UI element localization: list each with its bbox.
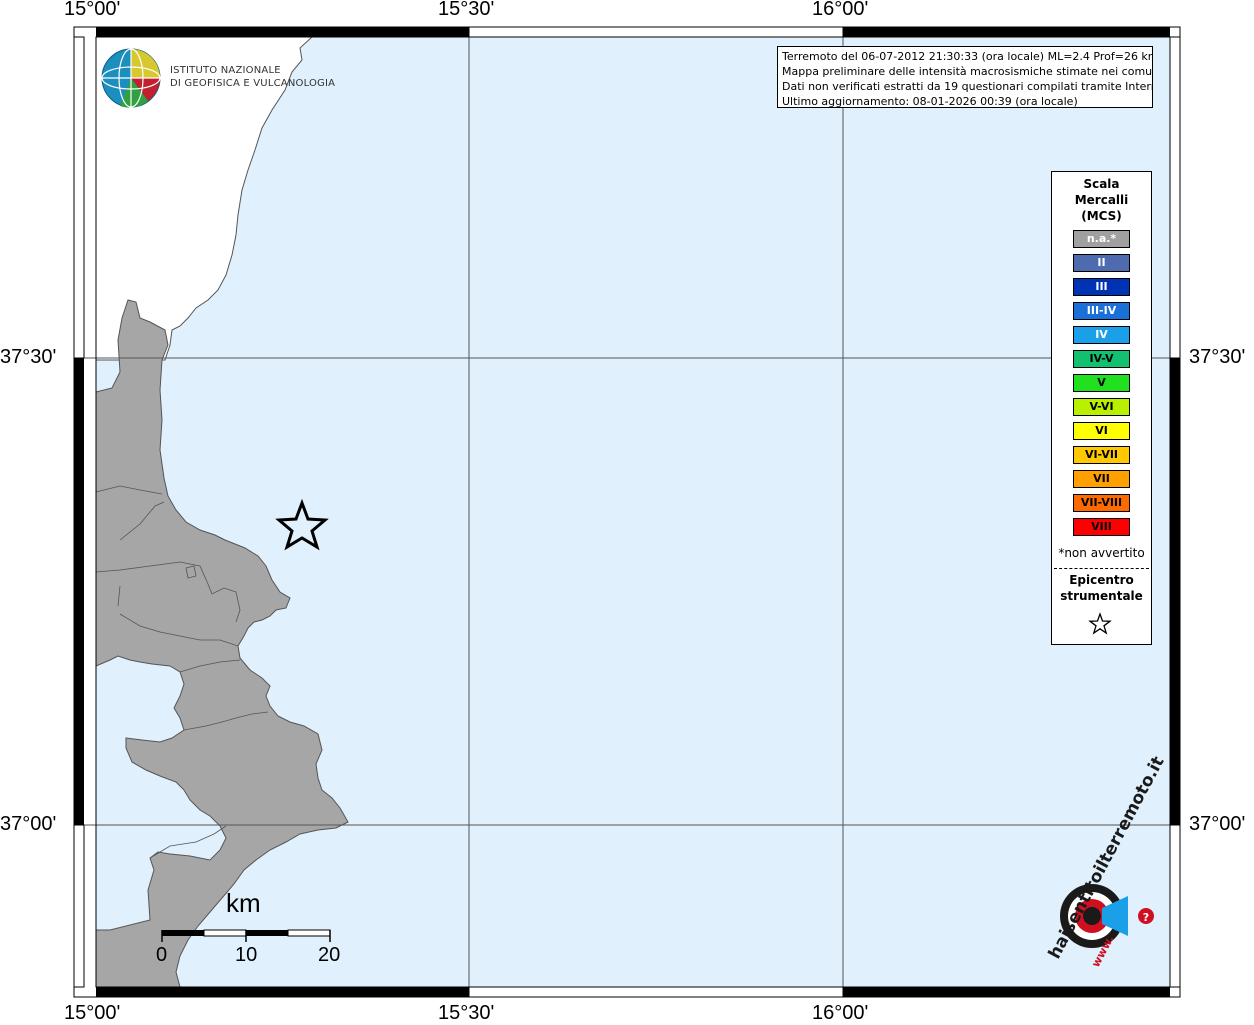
coord-right-37-00: 37°00' — [1189, 813, 1246, 835]
event-info-line3: Dati non verificati estratti da 19 quest… — [782, 80, 1153, 93]
coord-bottom-15-30: 15°30' — [438, 1002, 495, 1024]
legend-title: Scala Mercalli (MCS) — [1052, 176, 1151, 224]
legend-epicenter-label: Epicentro strumentale — [1052, 572, 1151, 604]
ingv-logo-line2: DI GEOFISICA E VULCANOLOGIA — [170, 78, 336, 89]
legend-epicenter-line2: strumentale — [1060, 589, 1143, 603]
coord-bottom-15-00: 15°00' — [64, 1002, 121, 1024]
legend-title-line1: Scala — [1083, 177, 1120, 191]
legend-swatch-iv-v: IV-V — [1073, 350, 1130, 368]
coord-right-37-30: 37°30' — [1189, 346, 1246, 368]
svg-text:?: ? — [1143, 911, 1149, 924]
legend-swatch-vi: VI — [1073, 422, 1130, 440]
legend-swatch-n-a: n.a.* — [1073, 230, 1130, 248]
coord-left-37-30: 37°30' — [0, 346, 57, 368]
ingv-logo-text: ISTITUTO NAZIONALE DI GEOFISICA E VULCAN… — [170, 64, 335, 90]
mcs-legend: Scala Mercalli (MCS) n.a.* II III III-IV IV I… — [1051, 171, 1152, 645]
legend-swatch-iv: IV — [1073, 326, 1130, 344]
legend-title-line3: (MCS) — [1081, 209, 1122, 223]
coord-left-37-00: 37°00' — [0, 813, 57, 835]
legend-note: *non avvertito — [1058, 546, 1145, 560]
event-info-line1: Terremoto del 06-07-2012 21:30:33 (ora l… — [782, 50, 1153, 63]
event-info-box: Terremoto del 06-07-2012 21:30:33 (ora l… — [777, 46, 1153, 108]
legend-swatch-v-vi: V-VI — [1073, 398, 1130, 416]
legend-swatch-vi-vii: VI-VII — [1073, 446, 1130, 464]
legend-title-line2: Mercalli — [1074, 193, 1129, 207]
legend-swatch-vii: VII — [1073, 470, 1130, 488]
legend-swatch-vii-viii: VII-VIII — [1073, 494, 1130, 512]
coord-bottom-16-00: 16°00' — [812, 1002, 869, 1024]
scale-bar-label-20: 20 — [318, 944, 341, 966]
ingv-logo-icon — [101, 48, 161, 108]
coord-top-15-30: 15°30' — [438, 0, 495, 20]
event-info-line2: Mappa preliminare delle intensità macros… — [782, 65, 1153, 78]
ingv-logo-line1: ISTITUTO NAZIONALE — [170, 65, 281, 76]
legend-swatch-viii: VIII — [1073, 518, 1130, 536]
legend-swatch-iii-iv: III-IV — [1073, 302, 1130, 320]
legend-swatch-ii: II — [1073, 254, 1130, 272]
coord-top-15-00: 15°00' — [64, 0, 121, 20]
legend-epicenter-line1: Epicentro — [1069, 573, 1134, 587]
scale-bar-label-10: 10 — [235, 944, 258, 966]
legend-swatch-iii: III — [1073, 278, 1130, 296]
legend-swatch-v: V — [1073, 374, 1130, 392]
event-info-line4: Ultimo aggiornamento: 08-01-2026 00:39 (… — [782, 95, 1078, 108]
scale-bar-unit: km — [226, 888, 261, 918]
legend-star-icon — [1088, 612, 1112, 635]
legend-separator — [1054, 568, 1149, 569]
scale-bar-label-0: 0 — [156, 944, 168, 966]
coord-top-16-00: 16°00' — [812, 0, 869, 20]
